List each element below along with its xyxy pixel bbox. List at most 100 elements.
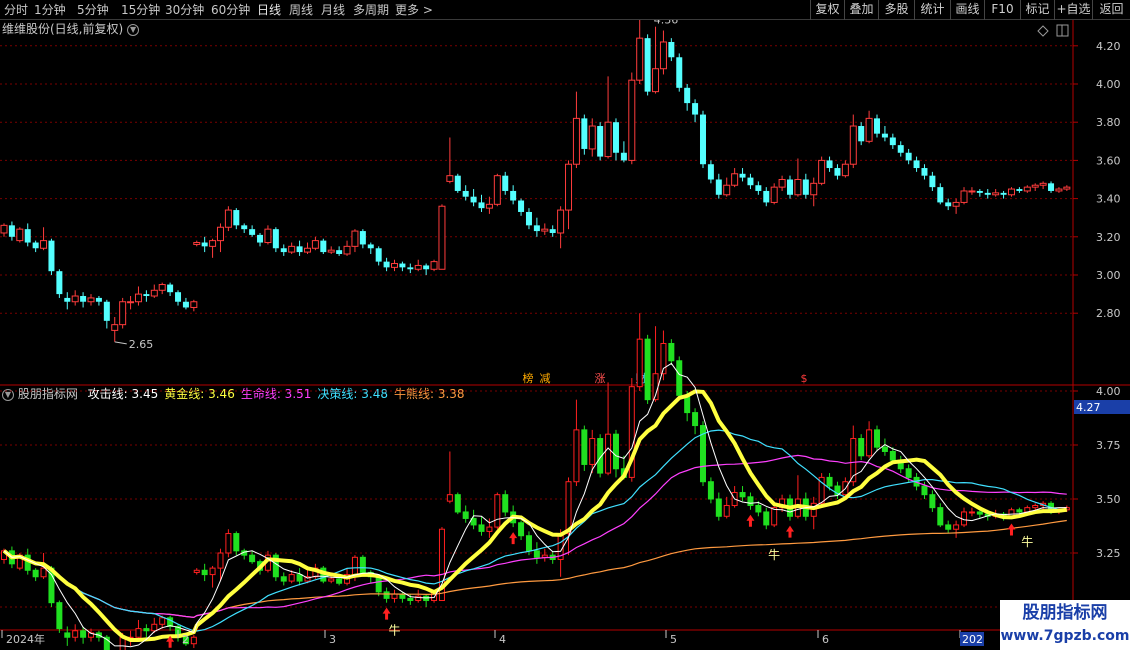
indicator-candle-body — [193, 569, 200, 573]
candle-body — [264, 228, 272, 244]
toolbar-button-2[interactable]: 多股 — [878, 0, 914, 20]
period-tab-8[interactable]: 月线 — [321, 1, 345, 19]
candle-body — [794, 179, 802, 196]
period-tab-3[interactable]: 15分钟 — [121, 1, 160, 19]
indicator-axis-label: 3.25 — [1096, 547, 1121, 560]
candle-body — [976, 190, 983, 193]
period-tab-2[interactable]: 5分钟 — [77, 1, 109, 19]
candle-body — [423, 265, 430, 270]
buy-arrow-icon — [509, 532, 518, 545]
candle-body — [224, 209, 232, 228]
toolbar-button-7[interactable]: +自选 — [1054, 0, 1092, 20]
indicator-candle-body — [723, 504, 730, 517]
indicator-candle-body — [668, 342, 675, 362]
candle-body — [367, 244, 374, 249]
indicator-candle-body — [143, 628, 150, 632]
bull-bear-line — [3, 519, 1067, 619]
indicator-candle-body — [937, 507, 944, 526]
indicator-candle-body — [968, 511, 975, 514]
candle-body — [929, 175, 936, 188]
event-marker-4: $ — [801, 372, 808, 385]
candle-body — [502, 175, 509, 191]
candle-body — [1016, 189, 1023, 191]
date-axis-label: 3 — [329, 633, 336, 646]
period-tab-5[interactable]: 60分钟 — [211, 1, 250, 19]
indicator-candle-body — [826, 476, 833, 487]
candle-body — [182, 301, 189, 308]
candle-body — [80, 296, 87, 302]
period-tab-10[interactable]: 更多 > — [395, 1, 433, 19]
candle-body — [111, 324, 119, 331]
toolbar-button-1[interactable]: 叠加 — [844, 0, 878, 20]
candle-body — [438, 205, 446, 270]
indicator-candle-body — [375, 576, 382, 593]
indicator-candle-body — [56, 602, 63, 630]
candle-body — [1007, 188, 1015, 196]
candle-body — [343, 245, 351, 255]
price-axis-label: 3.80 — [1096, 116, 1121, 129]
chart-canvas[interactable]: 4.20 4.00 3.80 3.60 3.40 3.20 3.00 2.80 4.00 3.75… — [0, 20, 1130, 650]
indicator-candle-body — [573, 429, 580, 483]
candle-body — [143, 294, 150, 297]
indicator-candle-body — [581, 429, 588, 465]
indicator-candle-body — [692, 412, 699, 427]
period-tab-7[interactable]: 周线 — [289, 1, 313, 19]
candle-body — [636, 37, 644, 81]
candle-body — [707, 164, 714, 180]
candle-body — [103, 301, 110, 321]
candle-body — [684, 87, 691, 104]
period-tab-4[interactable]: 30分钟 — [165, 1, 204, 19]
diamond-icon[interactable] — [1037, 25, 1049, 37]
candle-body — [747, 177, 754, 186]
toolbar-button-3[interactable]: 统计 — [914, 0, 950, 20]
candle-body — [612, 122, 619, 153]
buy-arrow-icon — [786, 525, 794, 538]
indicator-candle-body — [249, 554, 256, 563]
candle-body — [510, 190, 517, 201]
toolbar-button-0[interactable]: 复权 — [810, 0, 844, 20]
toolbar-button-8[interactable]: 返回 — [1092, 0, 1130, 20]
toolbar-button-6[interactable]: 标记 — [1020, 0, 1054, 20]
indicator-candle-body — [1032, 504, 1039, 509]
candle-body — [731, 173, 739, 186]
candle-body — [968, 190, 976, 193]
candle-body — [763, 190, 770, 203]
candle-body — [470, 196, 477, 203]
candle-body — [692, 103, 699, 115]
event-marker-0: 榜 — [523, 371, 534, 385]
indicator-candle-body — [159, 617, 166, 625]
candle-body — [1023, 186, 1031, 192]
candle-body — [272, 229, 279, 249]
toolbar-button-5[interactable]: F10 — [984, 0, 1020, 20]
indicator-candle-body — [739, 492, 746, 498]
candle-body — [56, 271, 63, 295]
candle-body — [351, 230, 359, 247]
candle-body — [175, 292, 182, 302]
toolbar-button-4[interactable]: 画线 — [950, 0, 984, 20]
candle-body — [549, 229, 556, 233]
candle-body — [770, 186, 778, 203]
candle-body — [454, 175, 461, 191]
period-tab-0[interactable]: 分时 — [4, 1, 28, 19]
indicator-candle-body — [889, 450, 896, 461]
low-pointer — [114, 341, 127, 345]
candle-body — [430, 261, 438, 270]
period-tab-6[interactable]: 日线 — [257, 1, 281, 19]
candle-body — [628, 79, 636, 161]
candle-body — [493, 175, 501, 205]
period-tab-1[interactable]: 1分钟 — [34, 1, 66, 19]
indicator-candle-body — [233, 533, 240, 552]
indicator-candle-body — [881, 446, 888, 452]
candle-body — [597, 126, 604, 157]
indicator-candle-body — [612, 433, 619, 470]
period-tab-9[interactable]: 多周期 — [353, 1, 389, 19]
indicator-axis-label: 3.50 — [1096, 493, 1121, 506]
event-marker-1: 减 — [540, 372, 551, 385]
indicator-candle-body — [462, 511, 469, 519]
candle-body — [778, 179, 786, 188]
candle-body — [119, 301, 127, 326]
candle-body — [755, 185, 762, 191]
indicator-candle-body — [533, 550, 540, 558]
price-axis-label: 3.40 — [1096, 193, 1121, 206]
candle-body — [620, 152, 627, 161]
